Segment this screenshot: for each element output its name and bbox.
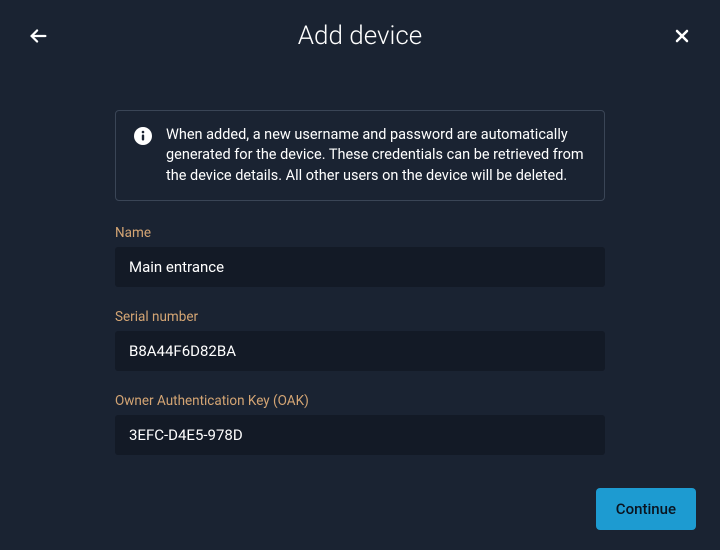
name-input[interactable] <box>115 247 605 287</box>
close-icon <box>672 26 692 46</box>
back-button[interactable] <box>24 22 52 50</box>
arrow-left-icon <box>27 25 49 47</box>
oak-label: Owner Authentication Key (OAK) <box>115 393 605 409</box>
serial-label: Serial number <box>115 309 605 325</box>
serial-input[interactable] <box>115 331 605 371</box>
info-banner: When added, a new username and password … <box>115 110 605 201</box>
info-text: When added, a new username and password … <box>166 125 586 186</box>
info-icon <box>134 127 152 145</box>
dialog-header: Add device <box>0 0 720 72</box>
continue-button[interactable]: Continue <box>596 488 696 530</box>
dialog-content: When added, a new username and password … <box>0 72 720 455</box>
oak-input[interactable] <box>115 415 605 455</box>
field-group-oak: Owner Authentication Key (OAK) <box>115 393 605 455</box>
field-group-name: Name <box>115 225 605 287</box>
page-title: Add device <box>298 21 422 51</box>
field-group-serial: Serial number <box>115 309 605 371</box>
name-label: Name <box>115 225 605 241</box>
close-button[interactable] <box>668 22 696 50</box>
